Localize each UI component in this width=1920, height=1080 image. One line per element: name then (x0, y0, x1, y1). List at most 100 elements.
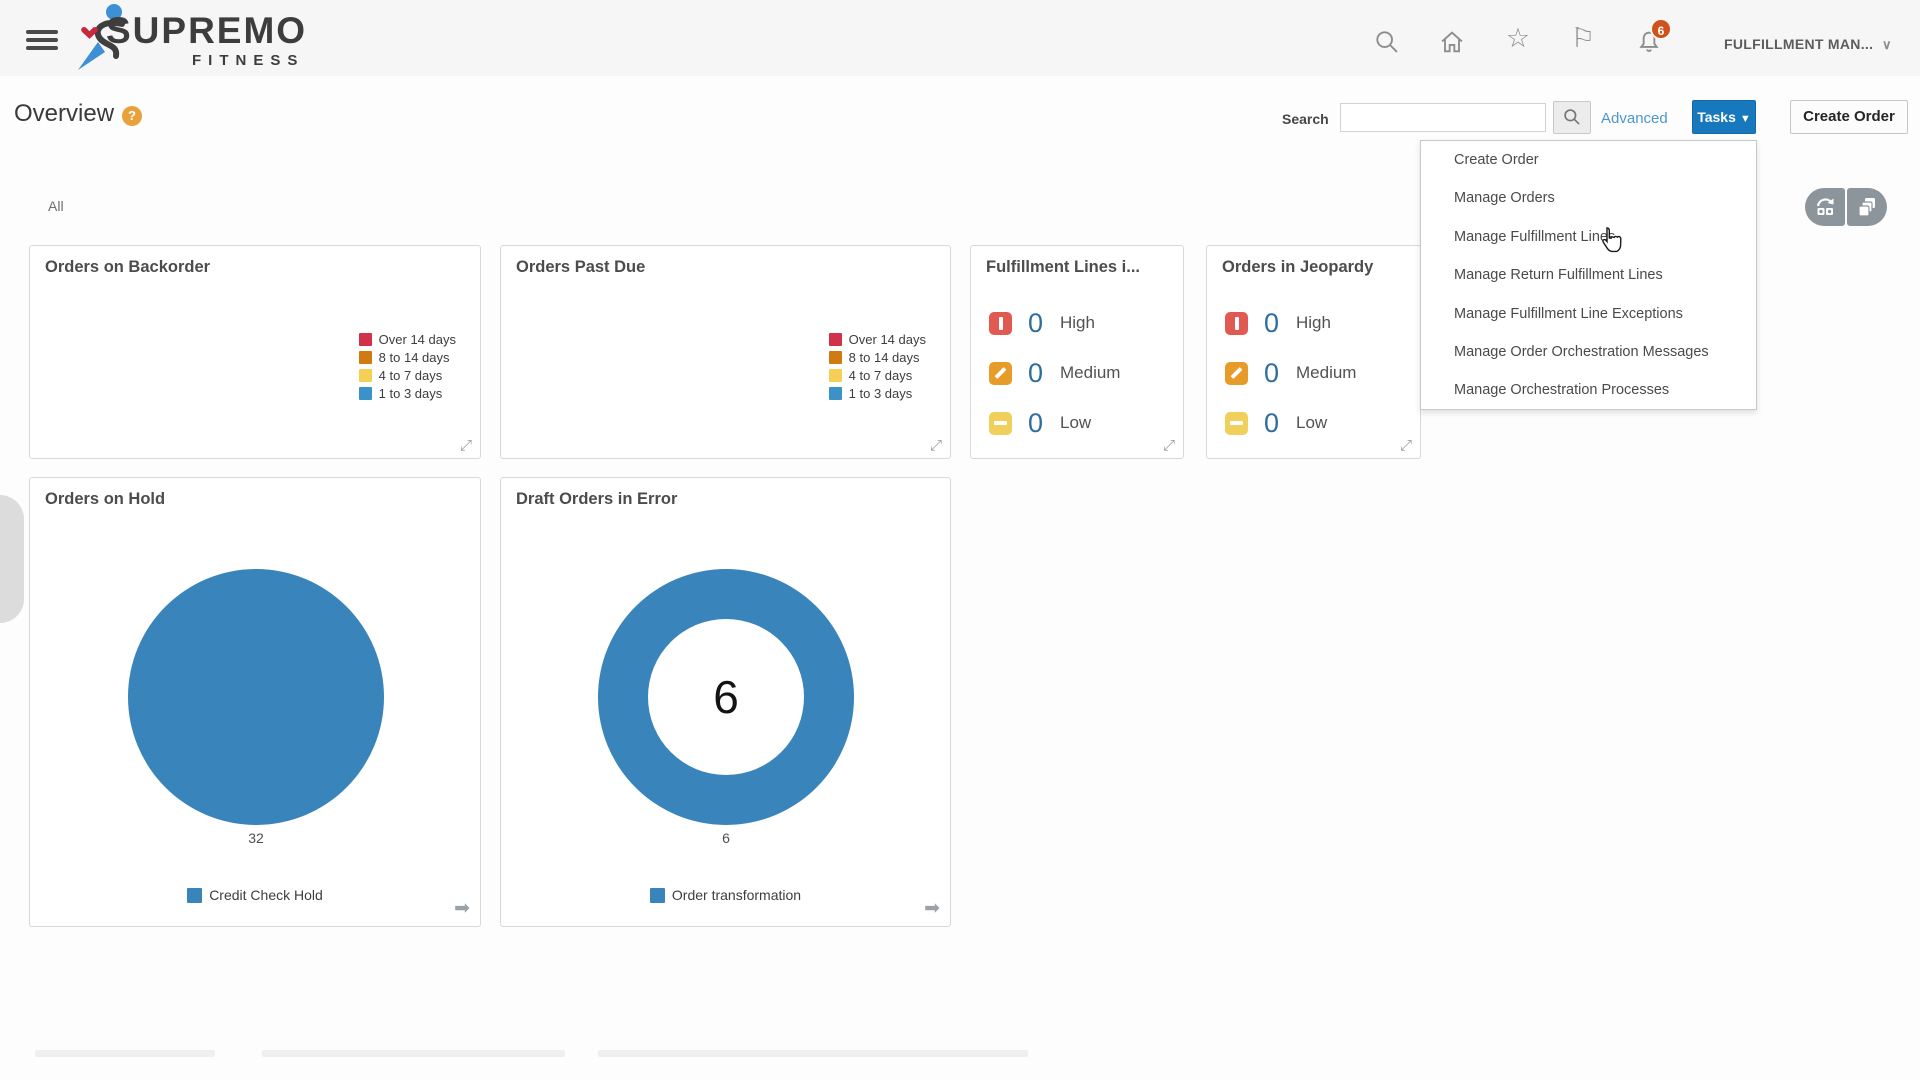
card-title: Orders on Hold (45, 490, 165, 509)
restore-layout-icon (1812, 194, 1838, 220)
priority-label: Low (1060, 413, 1091, 433)
brand-name: SUPREMO (106, 10, 307, 52)
expand-card-icon[interactable]: ⤢ (1163, 437, 1175, 454)
page-title: Overview (14, 100, 114, 128)
side-panel-handle[interactable] (0, 495, 24, 623)
expand-card-icon[interactable]: ⤢ (460, 437, 472, 454)
legend-label: 4 to 7 days (849, 368, 913, 383)
card-title: Orders in Jeopardy (1222, 258, 1373, 277)
advanced-search-link[interactable]: Advanced (1601, 110, 1668, 127)
menu-item-manage-orders[interactable]: Manage Orders (1421, 179, 1756, 217)
pie-data-label: 6 (696, 830, 756, 846)
expand-card-icon[interactable]: ⤢ (1400, 437, 1412, 454)
tasks-dropdown-menu: Create Order Manage Orders Manage Fulfil… (1420, 140, 1757, 410)
card-title: Fulfillment Lines i... (986, 258, 1140, 277)
priority-label: Medium (1060, 363, 1120, 383)
priority-medium-icon (1225, 362, 1248, 385)
stacked-pages-button[interactable] (1847, 188, 1887, 226)
bottom-placeholder-bar (598, 1050, 1028, 1057)
notifications-bell-icon[interactable]: 6 (1634, 28, 1664, 58)
home-icon[interactable] (1437, 28, 1467, 58)
priority-label: High (1060, 313, 1095, 333)
hamburger-menu-icon[interactable] (26, 30, 58, 50)
bottom-placeholder-bar (35, 1050, 215, 1057)
priority-label: Low (1296, 413, 1327, 433)
legend-label: Over 14 days (379, 332, 456, 347)
chevron-down-icon: ∨ (1882, 37, 1892, 53)
menu-item-manage-return-fulfillment-lines[interactable]: Manage Return Fulfillment Lines (1421, 256, 1756, 294)
brand-logo: SUPREMO FITNESS (70, 2, 140, 74)
legend-label: 8 to 14 days (849, 350, 920, 365)
donut-chart-draft-orders-in-error: 6 (598, 569, 854, 825)
pie-legend: Credit Check Hold (30, 886, 480, 904)
tasks-button[interactable]: Tasks▼ (1692, 100, 1756, 134)
drill-arrow-icon[interactable]: ➡ (924, 897, 940, 920)
create-order-button[interactable]: Create Order (1790, 100, 1908, 134)
top-bar: SUPREMO FITNESS ☆ ⚐ 6 FULFILLMENT MAN...… (0, 0, 1920, 76)
priority-high-icon (989, 312, 1012, 335)
priority-count: 0 (1028, 308, 1046, 339)
donut-center-value: 6 (648, 619, 804, 775)
legend-swatch-yellow (829, 369, 842, 382)
legend-label: 4 to 7 days (379, 368, 443, 383)
user-role-label: FULFILLMENT MAN... (1724, 36, 1873, 52)
legend-label: 1 to 3 days (849, 386, 913, 401)
legend-label: Order transformation (672, 887, 801, 903)
stacked-pages-icon (1854, 194, 1880, 220)
aging-legend: Over 14 days 8 to 14 days 4 to 7 days 1 … (829, 330, 926, 402)
legend-label: Over 14 days (849, 332, 926, 347)
card-orders-in-jeopardy: Orders in Jeopardy 0 High 0 Medium 0 Low… (1206, 245, 1421, 459)
card-orders-past-due: Orders Past Due Over 14 days 8 to 14 day… (500, 245, 951, 459)
legend-swatch-blue (829, 387, 842, 400)
caret-down-icon: ▼ (1740, 113, 1751, 125)
pie-chart-orders-on-hold (128, 569, 384, 825)
card-orders-on-hold: Orders on Hold 32 Credit Check Hold ➡ (29, 477, 481, 927)
magnifier-icon (1562, 107, 1582, 127)
search-input[interactable] (1340, 103, 1546, 132)
legend-swatch-blue (650, 888, 665, 903)
bottom-placeholder-bar (262, 1050, 565, 1057)
pie-legend: Order transformation (501, 886, 950, 904)
restore-layout-button[interactable] (1805, 188, 1845, 226)
legend-swatch-red (829, 333, 842, 346)
menu-item-manage-fulfillment-lines[interactable]: Manage Fulfillment Lines (1421, 218, 1756, 256)
legend-swatch-orange (829, 351, 842, 364)
priority-count: 0 (1028, 358, 1046, 389)
legend-label: 1 to 3 days (379, 386, 443, 401)
menu-item-manage-orchestration-processes[interactable]: Manage Orchestration Processes (1421, 371, 1756, 409)
favorites-star-icon[interactable]: ☆ (1503, 24, 1533, 54)
legend-label: 8 to 14 days (379, 350, 450, 365)
search-icon[interactable] (1372, 28, 1402, 58)
menu-item-create-order[interactable]: Create Order (1421, 141, 1756, 179)
card-orders-on-backorder: Orders on Backorder Over 14 days 8 to 14… (29, 245, 481, 459)
priority-low-icon (989, 412, 1012, 435)
help-icon[interactable]: ? (122, 106, 142, 126)
expand-card-icon[interactable]: ⤢ (930, 437, 942, 454)
search-go-button[interactable] (1553, 101, 1591, 134)
priority-label: High (1296, 313, 1331, 333)
notification-badge: 6 (1650, 18, 1672, 40)
menu-item-manage-fulfillment-line-exceptions[interactable]: Manage Fulfillment Line Exceptions (1421, 295, 1756, 333)
flag-icon[interactable]: ⚐ (1568, 24, 1598, 54)
priority-label: Medium (1296, 363, 1356, 383)
brand-subname: FITNESS (192, 52, 304, 69)
user-role-menu[interactable]: FULFILLMENT MAN... ∨ (1724, 36, 1873, 52)
legend-swatch-blue (187, 888, 202, 903)
search-label: Search (1282, 111, 1329, 127)
filter-tab-all[interactable]: All (48, 198, 64, 214)
legend-swatch-blue (359, 387, 372, 400)
card-draft-orders-in-error: Draft Orders in Error 6 6 Order transfor… (500, 477, 951, 927)
priority-high-icon (1225, 312, 1248, 335)
priority-medium-icon (989, 362, 1012, 385)
card-title: Orders on Backorder (45, 258, 210, 277)
aging-legend: Over 14 days 8 to 14 days 4 to 7 days 1 … (359, 330, 456, 402)
menu-item-manage-order-orchestration-messages[interactable]: Manage Order Orchestration Messages (1421, 333, 1756, 371)
pie-data-label: 32 (226, 830, 286, 846)
drill-arrow-icon[interactable]: ➡ (454, 897, 470, 920)
card-title: Orders Past Due (516, 258, 645, 277)
priority-count: 0 (1264, 308, 1282, 339)
view-toggle-group (1805, 188, 1887, 226)
priority-count: 0 (1028, 408, 1046, 439)
priority-count: 0 (1264, 358, 1282, 389)
priority-low-icon (1225, 412, 1248, 435)
